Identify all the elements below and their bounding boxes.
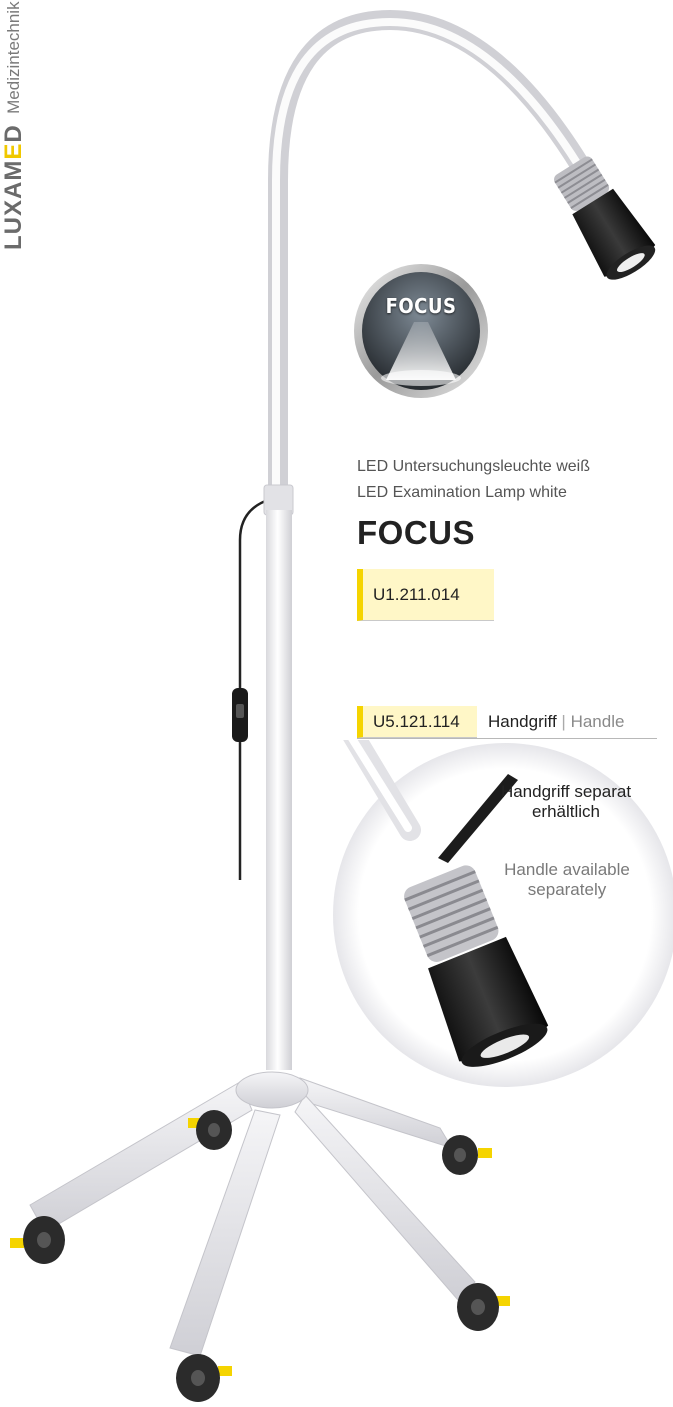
wheel-front-right xyxy=(457,1283,510,1331)
product-description-en: LED Examination Lamp white xyxy=(357,484,567,501)
handle-note-de: Handgriff separat erhältlich xyxy=(500,782,632,821)
lamp-head xyxy=(554,156,656,280)
lamp-illustration xyxy=(10,9,656,1402)
leg-front-left xyxy=(29,1081,253,1233)
gooseneck-arm xyxy=(268,9,590,510)
base xyxy=(29,1071,476,1357)
product-description-de: LED Untersuchungsleuchte weiß xyxy=(357,458,591,475)
accessory-label: Handgriff | Handle xyxy=(488,706,624,738)
product-code: U1.211.014 xyxy=(357,569,494,621)
focus-badge-icon xyxy=(354,264,488,398)
wheel-front xyxy=(176,1354,232,1402)
accessory-label-separator: | xyxy=(556,712,571,731)
handle-note-en: Handle available separately xyxy=(504,860,630,899)
accessory-code: U5.121.114 xyxy=(357,706,477,738)
base-hub xyxy=(235,1071,309,1109)
product-title: FOCUS xyxy=(357,514,475,551)
accessory-label-en: Handle xyxy=(570,712,625,731)
wheel-back-right xyxy=(442,1135,492,1175)
wheel-front-left xyxy=(10,1216,65,1264)
accessory-label-de: Handgriff xyxy=(488,712,557,731)
pole xyxy=(266,510,292,1070)
badge-label: FOCUS xyxy=(385,294,457,318)
